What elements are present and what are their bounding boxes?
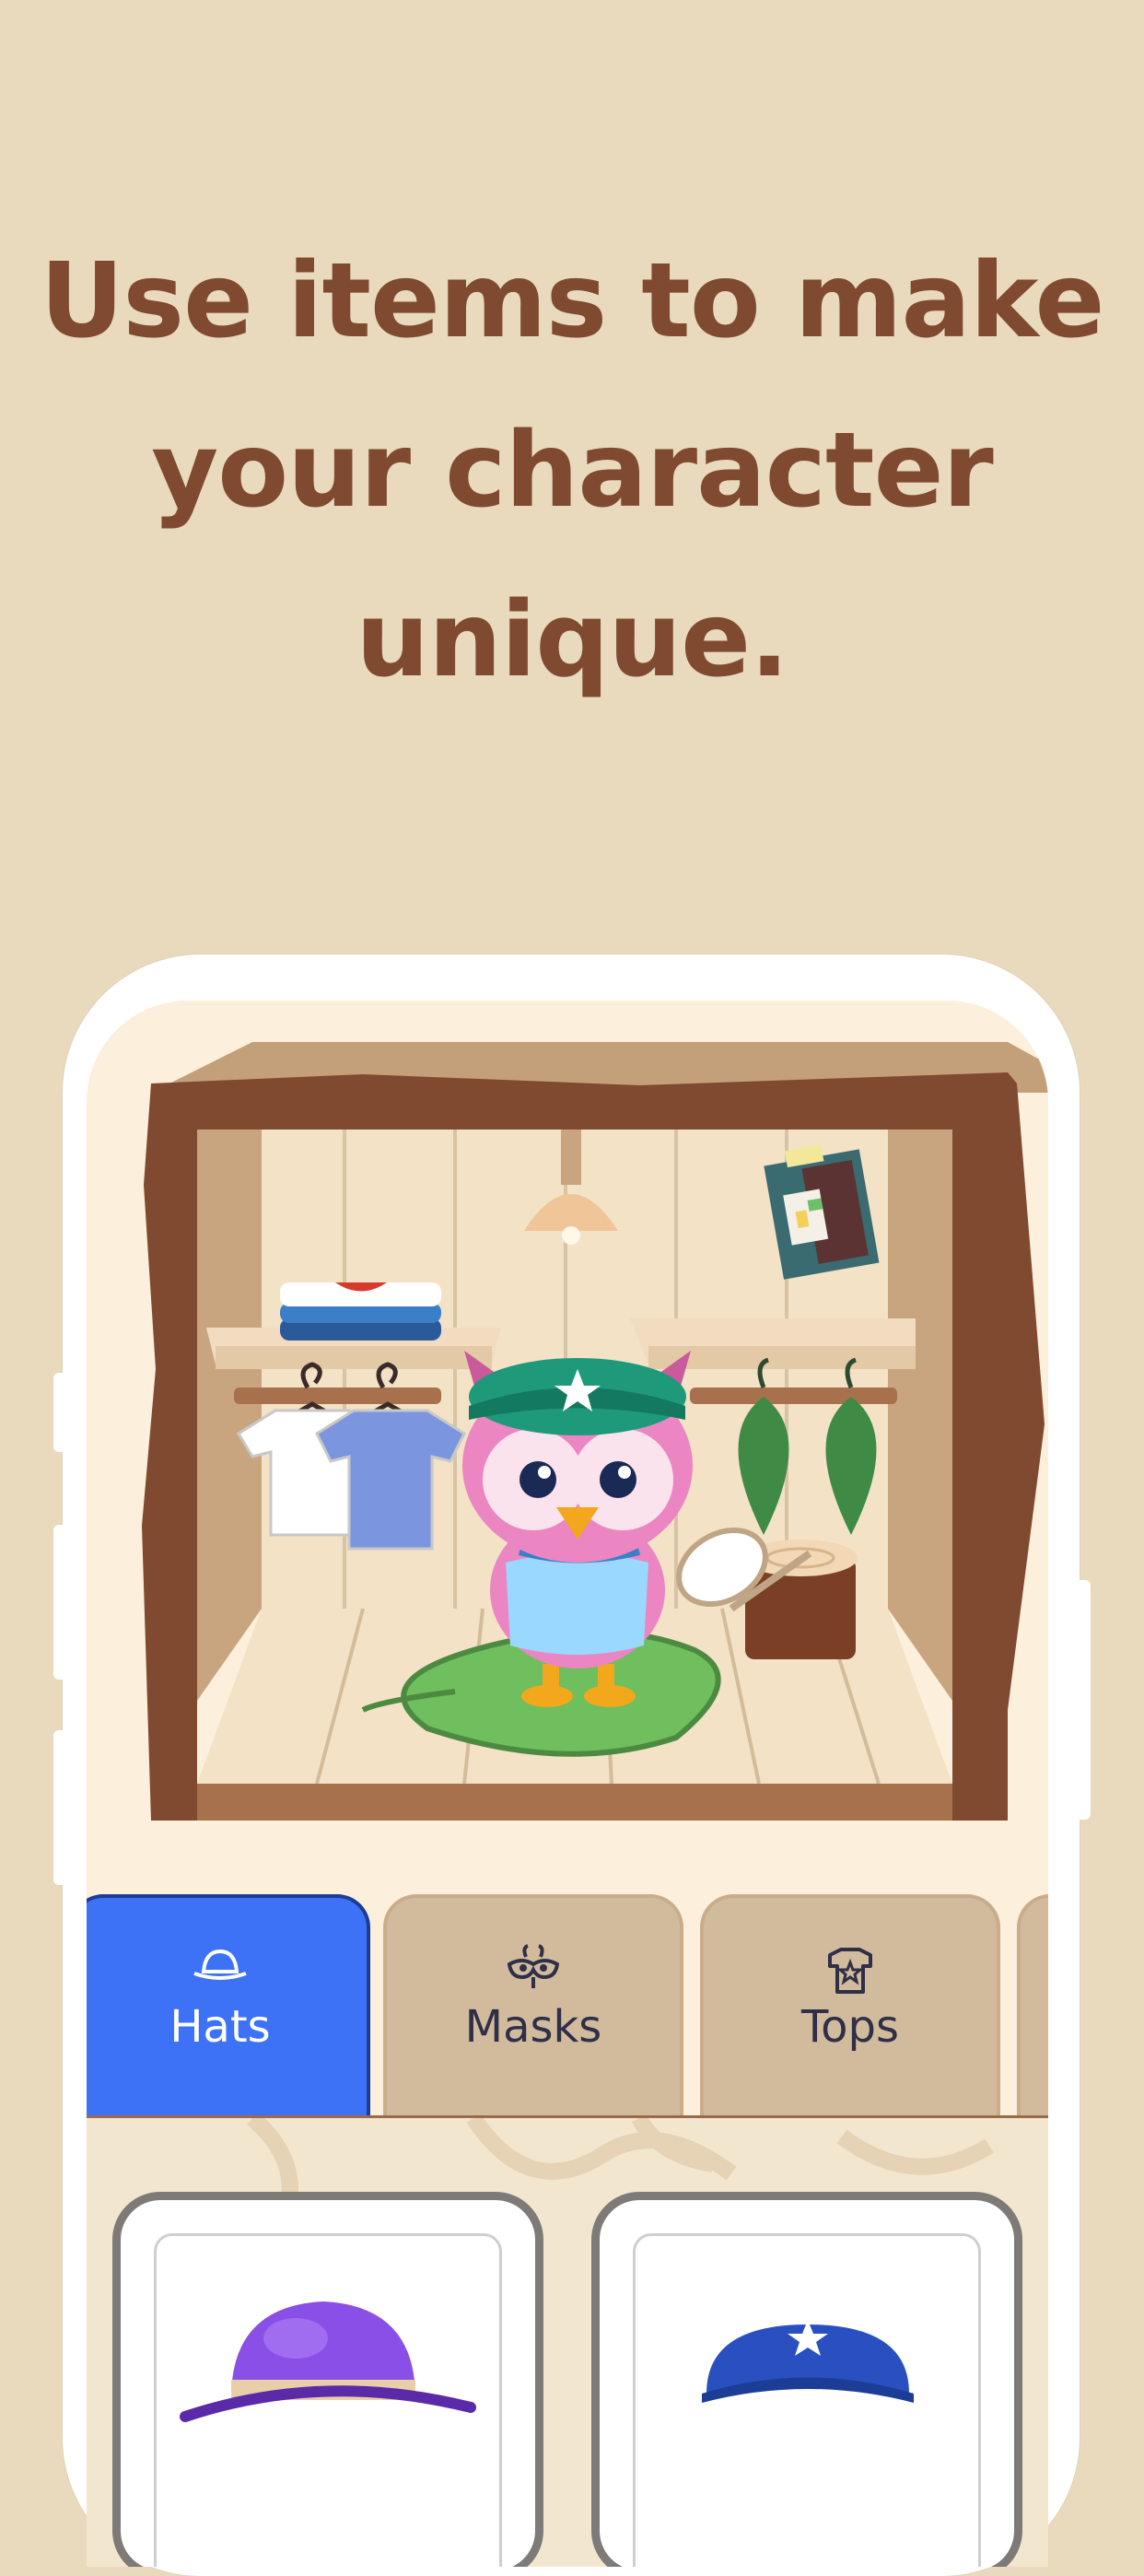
tab-tops[interactable]: Tops bbox=[700, 1894, 1000, 2115]
purple-bucket-hat-icon bbox=[180, 2301, 476, 2422]
tab-hats-label: Hats bbox=[169, 2001, 271, 2053]
phone-screen: Hats Masks Tops bbox=[87, 1001, 1048, 2567]
headline-line-2: your character bbox=[151, 411, 994, 531]
items-grid bbox=[87, 2118, 1048, 2567]
phone-side-button bbox=[53, 1373, 68, 1452]
mask-icon bbox=[504, 1944, 563, 1994]
hat-icon bbox=[191, 1944, 250, 1988]
category-tabs: Hats Masks Tops bbox=[87, 1894, 1048, 2115]
item-card-purple-hat[interactable] bbox=[112, 2192, 543, 2567]
tab-tops-label: Tops bbox=[800, 2001, 899, 2053]
phone-volume-down-button bbox=[53, 1730, 68, 1885]
tab-masks-label: Masks bbox=[464, 2001, 602, 2053]
phone-power-button bbox=[1074, 1580, 1091, 1820]
blue-cap-icon bbox=[702, 2320, 914, 2403]
tab-masks[interactable]: Masks bbox=[383, 1894, 683, 2115]
tab-hats[interactable]: Hats bbox=[87, 1894, 370, 2115]
tab-more[interactable] bbox=[1017, 1894, 1048, 2115]
owl-shirt bbox=[506, 1553, 648, 1655]
phone-volume-up-button bbox=[53, 1525, 68, 1680]
headline-line-3: unique. bbox=[356, 580, 788, 700]
headline-line-1: Use items to make bbox=[40, 241, 1104, 361]
headline: Use items to make your character unique. bbox=[0, 217, 1144, 725]
character-room-scene bbox=[142, 1042, 1048, 1821]
shirt-icon bbox=[824, 1944, 876, 1999]
left-clothes-rod bbox=[234, 1388, 441, 1404]
item-card-blue-cap[interactable] bbox=[591, 2192, 1022, 2567]
right-clothes-rod bbox=[690, 1388, 897, 1404]
